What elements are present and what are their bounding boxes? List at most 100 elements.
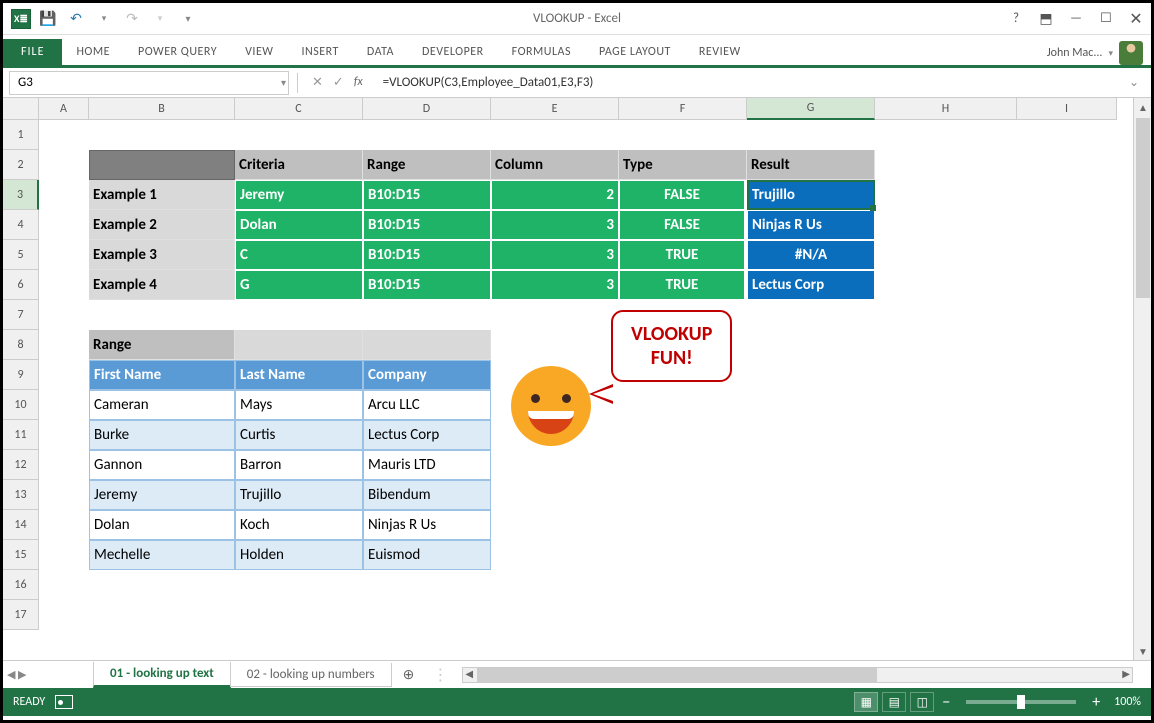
cell-D14[interactable]: Ninjas R Us (363, 510, 491, 540)
zoom-in-button[interactable]: + (1088, 693, 1104, 712)
column-header-H[interactable]: H (875, 98, 1017, 120)
scroll-right-icon[interactable]: ▶ (1122, 667, 1130, 680)
cell-D13[interactable]: Bibendum (363, 480, 491, 510)
cell-C6[interactable]: G (235, 270, 363, 300)
row-header-2[interactable]: 2 (3, 150, 39, 180)
cell-G6[interactable]: Lectus Corp (747, 270, 875, 300)
vertical-scrollbar[interactable]: ▲ ▼ (1133, 98, 1151, 660)
scroll-up-icon[interactable]: ▲ (1134, 98, 1152, 116)
cell-E3[interactable]: 2 (491, 180, 619, 210)
row-header-16[interactable]: 16 (3, 570, 39, 600)
ribbon-tab-insert[interactable]: INSERT (287, 39, 352, 65)
row-header-12[interactable]: 12 (3, 450, 39, 480)
cell-B10[interactable]: Cameran (89, 390, 235, 420)
enter-icon[interactable]: ✓ (333, 75, 344, 90)
cell-D15[interactable]: Euismod (363, 540, 491, 570)
cell-C11[interactable]: Curtis (235, 420, 363, 450)
row-header-9[interactable]: 9 (3, 360, 39, 390)
cell-F4[interactable]: FALSE (619, 210, 747, 240)
zoom-level[interactable]: 100% (1114, 695, 1141, 709)
redo-dropdown[interactable]: ▾ (149, 8, 171, 30)
horizontal-scrollbar[interactable]: ◀ ▶ (462, 667, 1133, 683)
cell-F3[interactable]: FALSE (619, 180, 747, 210)
scroll-thumb[interactable] (1136, 118, 1150, 298)
cell-D9[interactable]: Company (363, 360, 491, 390)
fx-icon[interactable]: fx (354, 75, 363, 90)
ribbon-tab-formulas[interactable]: FORMULAS (498, 39, 585, 65)
cell-F5[interactable]: TRUE (619, 240, 747, 270)
undo-button[interactable]: ↶ (65, 8, 87, 30)
cell-C10[interactable]: Mays (235, 390, 363, 420)
cell-E5[interactable]: 3 (491, 240, 619, 270)
ribbon-tab-view[interactable]: VIEW (231, 39, 287, 65)
file-tab[interactable]: FILE (3, 39, 62, 65)
column-header-D[interactable]: D (363, 98, 491, 120)
page-break-view-button[interactable]: ◫ (910, 692, 934, 712)
cell-D5[interactable]: B10:D15 (363, 240, 491, 270)
hscroll-thumb[interactable] (477, 668, 877, 682)
cell-G5[interactable]: #N/A (747, 240, 875, 270)
column-header-I[interactable]: I (1017, 98, 1117, 120)
cell-D2[interactable]: Range (363, 150, 491, 180)
cancel-icon[interactable]: ✕ (312, 75, 323, 90)
maximize-button[interactable]: ☐ (1091, 7, 1121, 31)
formula-input[interactable] (377, 71, 1115, 95)
cell-B5[interactable]: Example 3 (89, 240, 235, 270)
cell-D10[interactable]: Arcu LLC (363, 390, 491, 420)
cell-C2[interactable]: Criteria (235, 150, 363, 180)
expand-formula-bar-icon[interactable]: ⌄ (1123, 75, 1145, 90)
ribbon-options-button[interactable]: ⬒ (1031, 7, 1061, 31)
name-box-dropdown-icon[interactable]: ▾ (281, 76, 286, 89)
column-header-F[interactable]: F (619, 98, 747, 120)
cell-B8[interactable]: Range (89, 330, 235, 360)
row-header-15[interactable]: 15 (3, 540, 39, 570)
row-header-6[interactable]: 6 (3, 270, 39, 300)
cell-G4[interactable]: Ninjas R Us (747, 210, 875, 240)
cell-C15[interactable]: Holden (235, 540, 363, 570)
cell-B3[interactable]: Example 1 (89, 180, 235, 210)
cell-B2[interactable] (89, 150, 235, 180)
scroll-down-icon[interactable]: ▼ (1134, 642, 1152, 660)
undo-dropdown[interactable]: ▾ (93, 8, 115, 30)
column-header-G[interactable]: G (747, 98, 875, 120)
row-header-13[interactable]: 13 (3, 480, 39, 510)
save-button[interactable]: 💾 (37, 8, 59, 30)
cell-G3[interactable]: Trujillo (747, 180, 875, 210)
cell-B15[interactable]: Mechelle (89, 540, 235, 570)
cell-D8[interactable] (363, 330, 491, 360)
cell-D4[interactable]: B10:D15 (363, 210, 491, 240)
zoom-slider[interactable] (966, 700, 1076, 704)
sheet-tab-active[interactable]: 01 - looking up text (93, 662, 231, 688)
row-header-7[interactable]: 7 (3, 300, 39, 330)
row-header-17[interactable]: 17 (3, 600, 39, 630)
user-area[interactable]: John Mac... ▾ (1047, 41, 1151, 65)
cell-D12[interactable]: Mauris LTD (363, 450, 491, 480)
zoom-thumb[interactable] (1017, 695, 1025, 709)
cell-C8[interactable] (235, 330, 363, 360)
cell-B13[interactable]: Jeremy (89, 480, 235, 510)
column-header-C[interactable]: C (235, 98, 363, 120)
minimize-button[interactable]: — (1061, 7, 1091, 31)
row-header-11[interactable]: 11 (3, 420, 39, 450)
redo-button[interactable]: ↷ (121, 8, 143, 30)
help-button[interactable]: ? (1001, 7, 1031, 31)
cell-C14[interactable]: Koch (235, 510, 363, 540)
sheet-tab-2[interactable]: 02 - looking up numbers (230, 663, 392, 687)
ribbon-tab-review[interactable]: REVIEW (685, 39, 755, 65)
sheet-nav[interactable]: ◀ ▶ (3, 661, 30, 688)
ribbon-tab-pagelayout[interactable]: PAGE LAYOUT (585, 39, 685, 65)
ribbon-tab-powerquery[interactable]: POWER QUERY (124, 39, 231, 65)
page-layout-view-button[interactable]: ▤ (882, 692, 906, 712)
row-header-10[interactable]: 10 (3, 390, 39, 420)
cell-C9[interactable]: Last Name (235, 360, 363, 390)
worksheet-grid[interactable]: ABCDEFGHI 1234567891011121314151617 Crit… (3, 98, 1151, 660)
cell-E6[interactable]: 3 (491, 270, 619, 300)
cell-B12[interactable]: Gannon (89, 450, 235, 480)
cell-C5[interactable]: C (235, 240, 363, 270)
cell-C12[interactable]: Barron (235, 450, 363, 480)
select-all-corner[interactable] (3, 98, 39, 120)
row-header-1[interactable]: 1 (3, 120, 39, 150)
cell-B4[interactable]: Example 2 (89, 210, 235, 240)
cell-F2[interactable]: Type (619, 150, 747, 180)
qat-customize[interactable]: ▾ (177, 8, 199, 30)
